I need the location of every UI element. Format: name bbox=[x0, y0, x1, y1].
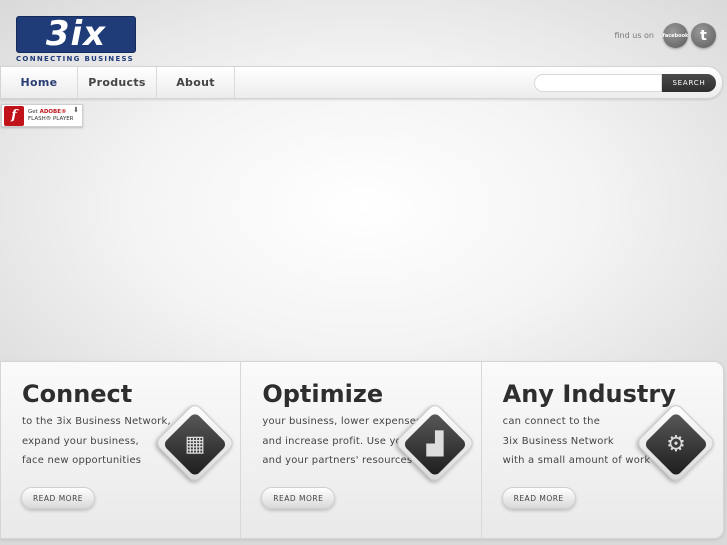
panel-text-line: to the 3ix Business Network, bbox=[22, 416, 171, 427]
panel-text-line: and increase profit. Use your bbox=[262, 436, 413, 447]
panel-text-line: face new opportunities bbox=[22, 455, 142, 466]
network-icon: ▦ bbox=[153, 401, 237, 485]
read-more-button[interactable]: READ MORE bbox=[261, 487, 336, 509]
panel-title: Connect bbox=[22, 380, 133, 408]
logo-mark: 3ix bbox=[16, 16, 136, 53]
twitter-icon[interactable]: t bbox=[691, 23, 716, 48]
panel-text-line: expand your business, bbox=[22, 436, 139, 447]
flash-icon: f bbox=[4, 105, 24, 126]
find-us-label: find us on bbox=[614, 31, 654, 40]
nav-item-home[interactable]: Home bbox=[1, 67, 78, 98]
panel-title: Optimize bbox=[262, 380, 384, 408]
logo[interactable]: 3ix CONNECTING BUSINESS bbox=[16, 16, 136, 63]
get-flash-player-badge[interactable]: f Get ADOBE® FLASH® PLAYER ⬇ bbox=[1, 104, 83, 127]
flash-adobe-label: ADOBE® bbox=[39, 108, 67, 115]
panel-text-line: your business, lower expenses bbox=[262, 416, 422, 427]
logo-text: 3ix bbox=[45, 14, 107, 54]
panel-title: Any Industry bbox=[502, 380, 676, 408]
panel-text-line: and your partners' resources bbox=[262, 455, 413, 466]
panel-text-line: with a small amount of work bbox=[502, 455, 651, 466]
nav-item-products[interactable]: Products bbox=[78, 67, 157, 98]
read-more-button[interactable]: READ MORE bbox=[501, 487, 576, 509]
panel-connect: Connect to the 3ix Business Network, exp… bbox=[1, 362, 242, 538]
search-bar: SEARCH bbox=[534, 74, 716, 92]
feature-panels: Connect to the 3ix Business Network, exp… bbox=[0, 361, 724, 539]
panel-text-line: 3ix Business Network bbox=[502, 436, 614, 447]
chart-growth-icon: ▟ bbox=[394, 401, 477, 485]
panel-optimize: Optimize your business, lower expenses a… bbox=[241, 362, 482, 538]
gears-icon: ⚙ bbox=[634, 401, 717, 485]
panel-text-line: can connect to the bbox=[502, 416, 601, 427]
flash-player-label: FLASH® PLAYER bbox=[28, 115, 74, 122]
read-more-button[interactable]: READ MORE bbox=[21, 487, 95, 509]
social-links: find us on facebook t bbox=[615, 23, 716, 48]
flash-get-label: Get bbox=[28, 108, 38, 115]
search-input[interactable] bbox=[534, 74, 662, 92]
flash-badge-text: Get ADOBE® FLASH® PLAYER bbox=[28, 109, 74, 123]
facebook-icon[interactable]: facebook bbox=[663, 23, 688, 48]
download-arrow-icon: ⬇ bbox=[73, 106, 79, 114]
search-button[interactable]: SEARCH bbox=[662, 74, 716, 92]
logo-tagline: CONNECTING BUSINESS bbox=[16, 55, 134, 63]
nav-item-about[interactable]: About bbox=[157, 67, 235, 98]
panel-any-industry: Any Industry can connect to the 3ix Busi… bbox=[482, 362, 723, 538]
main-nav: Home Products About SEARCH bbox=[0, 66, 723, 99]
